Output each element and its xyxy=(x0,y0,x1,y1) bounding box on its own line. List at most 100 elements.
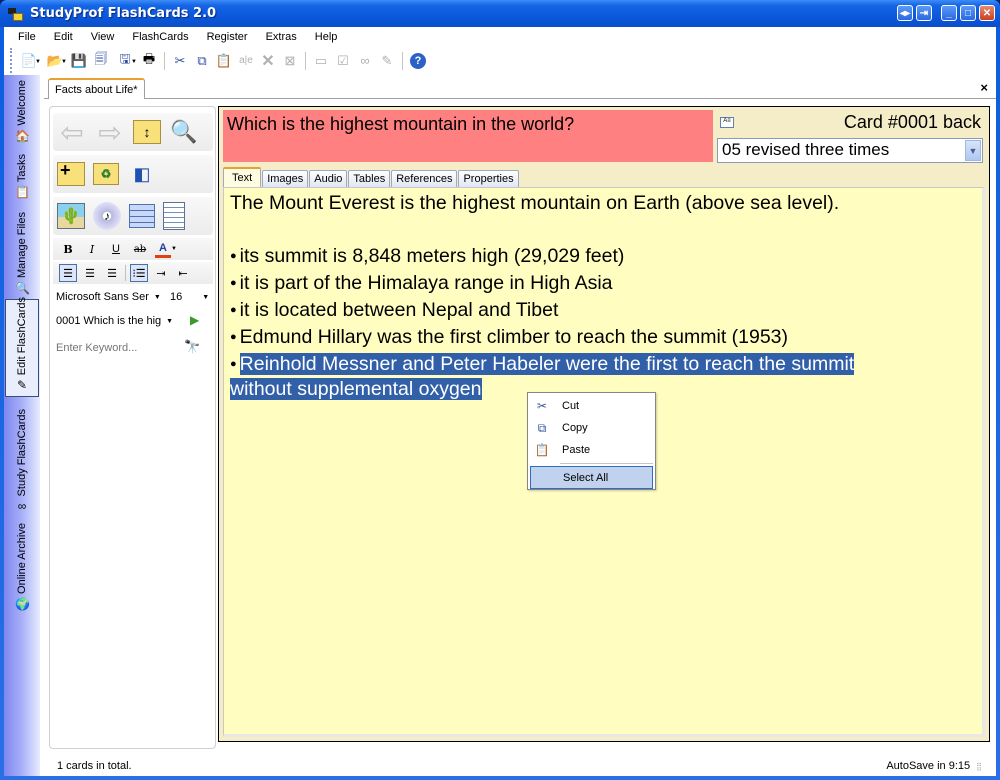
add-card-icon[interactable]: + xyxy=(57,161,85,186)
bullet-list-button[interactable]: ⁝☰ xyxy=(130,264,148,282)
previous-card-arrow-icon[interactable]: ⇦ xyxy=(57,117,87,148)
clear-format-button[interactable]: ⊠ xyxy=(279,50,301,72)
font-size-select[interactable]: 16 ▼ xyxy=(170,287,209,307)
card-info-icon[interactable]: A≡ xyxy=(720,117,734,128)
tab-audio[interactable]: Audio xyxy=(309,170,348,187)
go-to-card-play-icon[interactable]: ▶ xyxy=(190,313,199,327)
card-tools: + ♻ ◧ xyxy=(53,155,213,193)
context-menu-select-all[interactable]: Select All xyxy=(530,466,653,489)
align-left-button[interactable]: ☰ xyxy=(59,264,77,282)
paste-button[interactable]: 📋 xyxy=(213,50,235,72)
chevron-down-icon: ▼ xyxy=(202,293,210,301)
context-menu-separator xyxy=(560,463,653,464)
insert-audio-cd-icon[interactable]: ♪ xyxy=(93,202,121,230)
export-button[interactable]: ⇥ xyxy=(916,5,932,21)
folder-icon: ▭ xyxy=(314,52,328,68)
maximize-button[interactable]: □ xyxy=(960,5,976,21)
study-button[interactable]: ∞ xyxy=(354,50,376,72)
bold-button[interactable]: B xyxy=(59,240,77,258)
binoculars-search-icon[interactable]: 🔭 xyxy=(184,339,200,355)
revision-status-select[interactable]: 05 revised three times ▼ xyxy=(717,138,983,163)
print-button[interactable]: 🖶 xyxy=(138,50,160,72)
edit-tools-panel: ⇦ ⇨ ↕ 🔍 + ♻ ◧ 🌵 ♪ B I U ab A ▼ ☰ ☰ ☰ ⁝☰ … xyxy=(49,106,216,749)
decrease-indent-button[interactable]: ⇤ xyxy=(174,264,192,282)
flip-card-icon[interactable]: ↕ xyxy=(133,120,161,144)
copy-button[interactable]: ⧉ xyxy=(191,50,213,72)
tab-text[interactable]: Text xyxy=(223,167,262,187)
menu-edit[interactable]: Edit xyxy=(45,31,82,43)
layout-toggle-button[interactable]: ◂▸ xyxy=(897,5,913,21)
delete-button[interactable]: ✕ xyxy=(257,50,279,72)
font-size-value: 16 xyxy=(170,291,183,303)
sidebar-item-study-flashcards[interactable]: Study FlashCards ∞ xyxy=(4,405,40,513)
save-as-button[interactable]: 🖫 ▼ xyxy=(112,50,138,72)
card-select-value: 0001 Which is the hig xyxy=(56,315,162,327)
close-button[interactable]: ✕ xyxy=(979,5,995,21)
keyword-search-input[interactable] xyxy=(56,339,176,357)
sidebar-item-edit-flashcards[interactable]: Edit FlashCards ✎ xyxy=(5,297,39,397)
menu-flashcards[interactable]: FlashCards xyxy=(123,31,197,43)
next-card-arrow-icon[interactable]: ⇨ xyxy=(95,117,125,148)
menu-file[interactable]: File xyxy=(4,31,45,43)
context-menu-copy[interactable]: ⧉ Copy xyxy=(530,417,653,439)
insert-tools: 🌵 ♪ xyxy=(53,197,213,235)
context-menu-paste[interactable]: 📋 Paste xyxy=(530,439,653,461)
toolbar-separator xyxy=(125,265,126,281)
context-menu-cut[interactable]: ✂ Cut xyxy=(530,395,653,417)
spellcheck-button[interactable]: a|e xyxy=(235,50,257,72)
sidebar-item-label: Online Archive xyxy=(16,523,28,594)
font-color-button[interactable]: A xyxy=(155,240,171,258)
clipboard-check-button[interactable]: ☑ xyxy=(332,50,354,72)
align-center-button[interactable]: ☰ xyxy=(81,264,99,282)
delete-card-recycle-icon[interactable]: ♻ xyxy=(93,163,119,185)
sidebar-item-welcome[interactable]: Welcome 🏠 xyxy=(4,79,40,143)
save-button[interactable]: 💾 xyxy=(68,50,90,72)
insert-document-icon[interactable] xyxy=(163,202,185,230)
insert-image-icon[interactable]: 🌵 xyxy=(57,203,85,229)
navigation-tools: ⇦ ⇨ ↕ 🔍 xyxy=(53,113,213,151)
glasses-icon: ∞ xyxy=(17,499,27,513)
copy-cards-icon[interactable]: ◧ xyxy=(127,159,157,189)
menu-help[interactable]: Help xyxy=(306,31,347,43)
edit-button[interactable]: ✎ xyxy=(376,50,398,72)
pencil-icon: ✎ xyxy=(381,52,393,68)
resize-grip-icon[interactable]: ⣿ xyxy=(976,762,982,771)
menu-register[interactable]: Register xyxy=(198,31,257,43)
cut-button[interactable]: ✂ xyxy=(169,50,191,72)
strikethrough-button[interactable]: ab xyxy=(131,240,149,258)
chevron-down-icon[interactable]: ▼ xyxy=(965,140,981,161)
align-right-button[interactable]: ☰ xyxy=(103,264,121,282)
clipboard-check-icon: ☑ xyxy=(337,52,349,68)
tab-properties[interactable]: Properties xyxy=(458,170,519,187)
question-field[interactable]: Which is the highest mountain in the wor… xyxy=(223,110,713,162)
help-button[interactable]: ? xyxy=(407,50,429,72)
menu-extras[interactable]: Extras xyxy=(257,31,306,43)
save-as-icon: 🖫 xyxy=(119,50,131,66)
font-color-dropdown-icon[interactable]: ▼ xyxy=(171,246,177,252)
italic-button[interactable]: I xyxy=(83,240,101,258)
search-magnifier-icon[interactable]: 🔍 xyxy=(169,117,199,147)
menu-view[interactable]: View xyxy=(82,31,124,43)
answer-bullet: its summit is 8,848 meters high (29,029 … xyxy=(230,243,976,270)
tab-tables[interactable]: Tables xyxy=(348,170,391,187)
client-area: File Edit View FlashCards Register Extra… xyxy=(4,27,996,776)
tab-images[interactable]: Images xyxy=(262,170,309,187)
card-select[interactable]: 0001 Which is the hig ▼ xyxy=(56,311,173,331)
sidebar-item-online-archive[interactable]: Online Archive 🌍 xyxy=(4,519,40,611)
document-tab[interactable]: Facts about Life* xyxy=(48,78,145,99)
tab-references[interactable]: References xyxy=(391,170,458,187)
sidebar-item-tasks[interactable]: Tasks 📋 xyxy=(4,147,40,199)
close-document-icon[interactable]: × xyxy=(980,80,988,95)
folder-button[interactable]: ▭ xyxy=(310,50,332,72)
title-bar[interactable]: StudyProf FlashCards 2.0 ◂▸ ⇥ _ □ ✕ xyxy=(0,0,1000,27)
home-icon: 🏠 xyxy=(15,129,30,143)
sidebar-item-manage-files[interactable]: Manage Files 🔍 xyxy=(4,205,40,295)
increase-indent-button[interactable]: ⇥ xyxy=(152,264,170,282)
underline-button[interactable]: U xyxy=(107,240,125,258)
insert-table-icon[interactable] xyxy=(129,204,155,228)
font-name-select[interactable]: Microsoft Sans Ser ▼ xyxy=(56,287,161,307)
open-file-button[interactable]: 📂 ▼ xyxy=(42,50,68,72)
new-file-button[interactable]: 📄 ▼ xyxy=(16,50,42,72)
save-all-button[interactable]: 🗐 xyxy=(90,50,112,72)
minimize-button[interactable]: _ xyxy=(941,5,957,21)
